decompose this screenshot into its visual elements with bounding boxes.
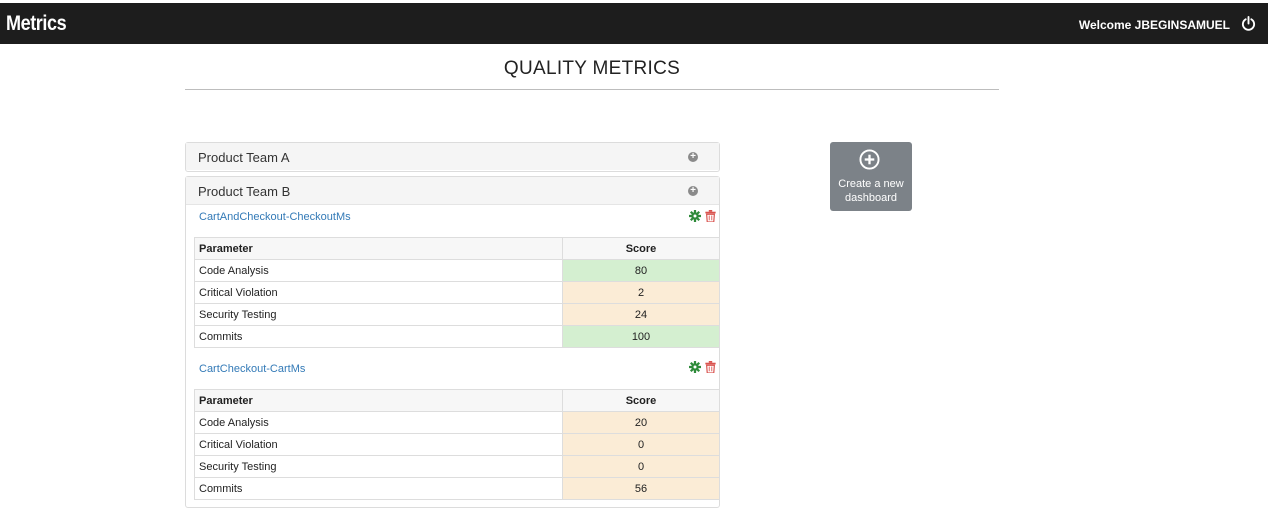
plus-circle-icon (859, 149, 880, 170)
create-dashboard-label-line2: dashboard (845, 192, 897, 204)
panel-product-team-b: Product Team B + CartAndCheckout-Checkou… (185, 176, 720, 508)
table-row: Commits 100 (194, 325, 720, 348)
score-cell: 2 (562, 281, 720, 304)
welcome-user-text: Welcome JBEGINSAMUEL (1078, 18, 1230, 32)
panel-title: Product Team B (198, 184, 291, 199)
column-header-score: Score (562, 237, 720, 260)
metrics-table-cartms: Parameter Score Code Analysis 20 Critica… (194, 389, 720, 500)
score-cell: 56 (562, 477, 720, 500)
table-row: Security Testing 24 (194, 303, 720, 326)
parameter-cell: Security Testing (194, 303, 563, 326)
table-row: Critical Violation 0 (194, 433, 720, 456)
power-icon[interactable] (1241, 16, 1256, 31)
project-link-checkoutms[interactable]: CartAndCheckout-CheckoutMs (199, 211, 351, 223)
trash-icon[interactable] (705, 210, 716, 222)
gear-icon[interactable] (689, 361, 701, 373)
table-row: Critical Violation 2 (194, 281, 720, 304)
top-navbar: Metrics Welcome JBEGINSAMUEL (0, 3, 1268, 44)
score-cell: 100 (562, 325, 720, 348)
page-title: QUALITY METRICS (503, 58, 681, 79)
plus-circle-icon[interactable]: + (688, 152, 698, 162)
gear-icon[interactable] (689, 210, 701, 222)
table-row: Code Analysis 80 (194, 259, 720, 282)
parameter-cell: Critical Violation (194, 281, 563, 304)
panel-title: Product Team A (198, 150, 290, 165)
panel-product-team-a: Product Team A + (185, 142, 720, 172)
table-row: Code Analysis 20 (194, 411, 720, 434)
table-header-row: Parameter Score (194, 237, 720, 260)
column-header-parameter: Parameter (194, 237, 563, 260)
score-cell: 0 (562, 433, 720, 456)
project-link-cartms[interactable]: CartCheckout-CartMs (199, 363, 305, 375)
table-header-row: Parameter Score (194, 389, 720, 412)
score-cell: 24 (562, 303, 720, 326)
create-dashboard-label: Create a new dashboard (830, 177, 912, 205)
create-dashboard-button[interactable]: Create a new dashboard (830, 142, 912, 211)
score-cell: 80 (562, 259, 720, 282)
parameter-cell: Commits (194, 477, 563, 500)
parameter-cell: Code Analysis (194, 259, 563, 282)
parameter-cell: Critical Violation (194, 433, 563, 456)
score-cell: 0 (562, 455, 720, 478)
brand-logo[interactable]: Metrics (6, 12, 67, 36)
parameter-cell: Security Testing (194, 455, 563, 478)
table-row: Commits 56 (194, 477, 720, 500)
title-divider (185, 89, 999, 90)
plus-circle-icon[interactable]: + (688, 186, 698, 196)
metrics-table-checkoutms: Parameter Score Code Analysis 80 Critica… (194, 237, 720, 348)
create-dashboard-label-line1: Create a new (838, 178, 904, 190)
panel-header-product-team-a[interactable]: Product Team A + (186, 143, 719, 170)
table-row: Security Testing 0 (194, 455, 720, 478)
column-header-parameter: Parameter (194, 389, 563, 412)
parameter-cell: Commits (194, 325, 563, 348)
panel-header-product-team-b[interactable]: Product Team B + (186, 177, 719, 205)
column-header-score: Score (562, 389, 720, 412)
parameter-cell: Code Analysis (194, 411, 563, 434)
trash-icon[interactable] (705, 361, 716, 373)
score-cell: 20 (562, 411, 720, 434)
